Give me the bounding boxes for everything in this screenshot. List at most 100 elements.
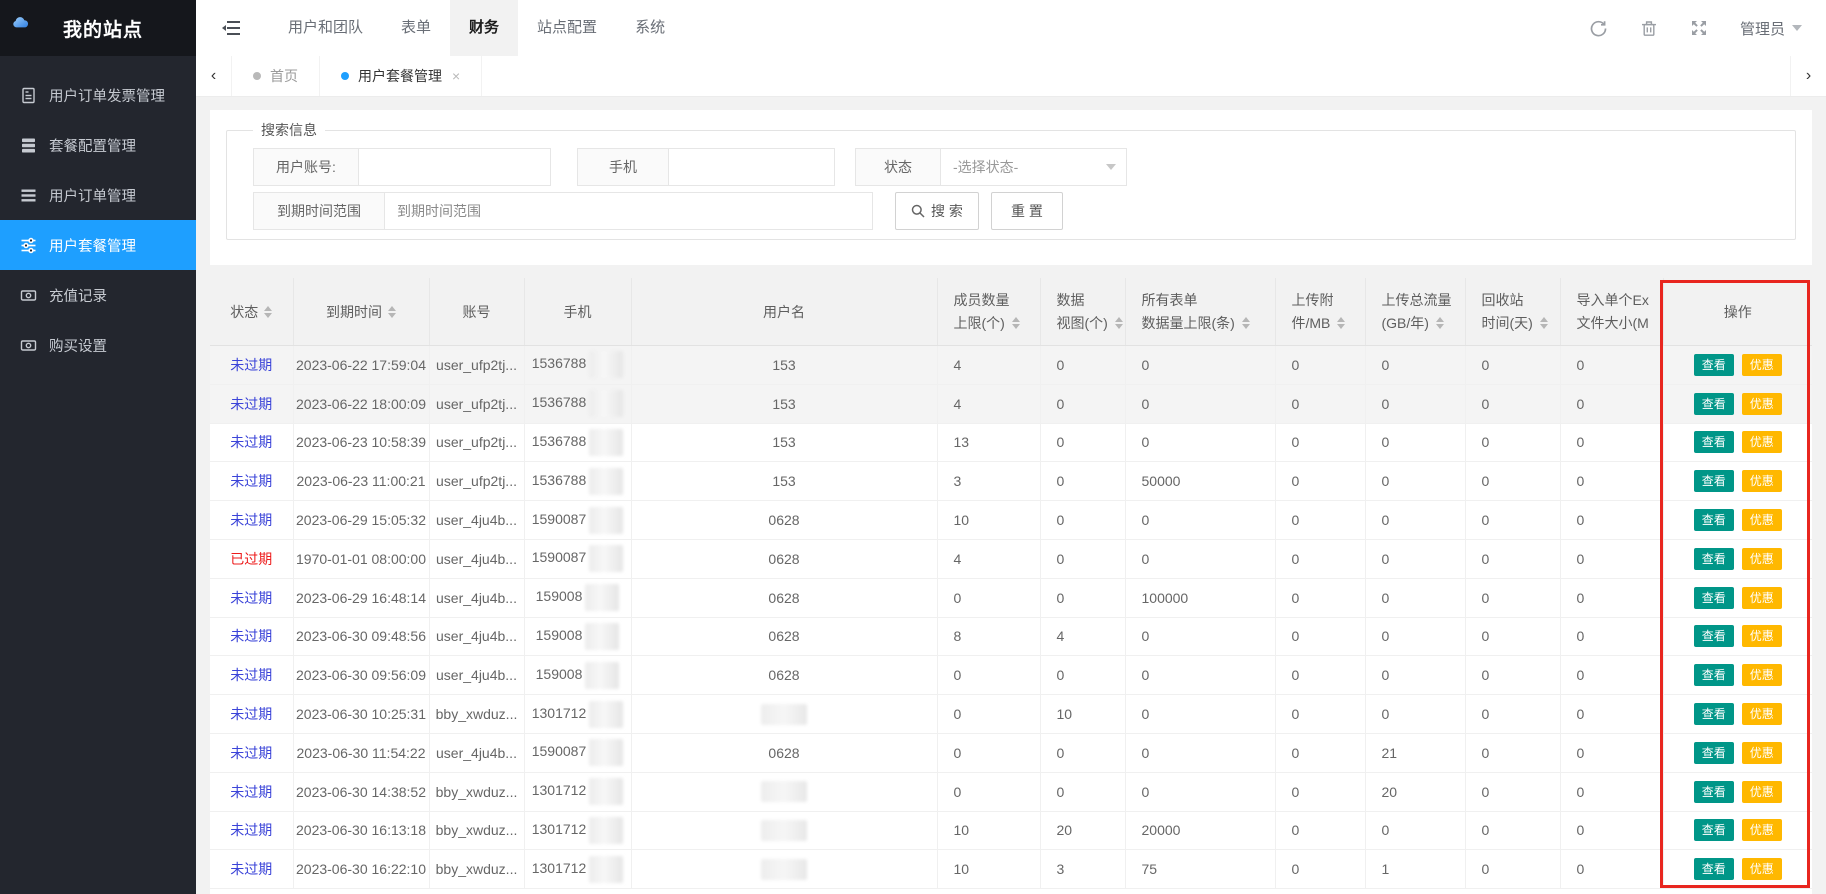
cell-phone: 159008 — [524, 656, 631, 695]
blurred-phone-mask — [589, 856, 623, 883]
refresh-icon[interactable] — [1573, 20, 1624, 37]
status-text: 未过期 — [230, 706, 272, 722]
cell-status: 已过期 — [210, 539, 293, 578]
sort-icon[interactable] — [264, 306, 272, 318]
view-button[interactable]: 查看 — [1694, 548, 1734, 570]
nav-item-1[interactable]: 用户和团队 — [269, 0, 382, 56]
view-button[interactable]: 查看 — [1694, 354, 1734, 376]
sidebar-item-6[interactable]: 购买设置 — [0, 320, 196, 370]
account-input[interactable] — [359, 148, 551, 186]
view-button[interactable]: 查看 — [1694, 470, 1734, 492]
column-header[interactable]: 回收站时间(天) — [1465, 278, 1560, 346]
view-button[interactable]: 查看 — [1694, 625, 1734, 647]
cell-traffic-gb: 0 — [1365, 346, 1465, 385]
content-area: 搜索信息 用户账号: 手机 状态 -选择状态- — [196, 97, 1826, 894]
column-label: 上传总流量 — [1382, 289, 1452, 312]
discount-button[interactable]: 优惠 — [1742, 664, 1782, 686]
phone-input[interactable] — [669, 148, 835, 186]
sidebar-item-4[interactable]: 用户套餐管理 — [0, 220, 196, 270]
column-header[interactable]: 成员数量上限(个) — [937, 278, 1040, 346]
logo[interactable]: 我的站点 — [0, 0, 196, 56]
column-header-inner: 上传附件/MB — [1276, 278, 1365, 345]
cell-form-data-limit: 100000 — [1125, 578, 1275, 617]
column-header[interactable]: 上传附件/MB — [1275, 278, 1365, 346]
discount-button[interactable]: 优惠 — [1742, 858, 1782, 880]
blurred-phone-mask — [589, 701, 623, 728]
discount-button[interactable]: 优惠 — [1742, 509, 1782, 531]
cell-actions: 查看优惠 — [1663, 733, 1812, 772]
sort-icon[interactable] — [388, 306, 396, 318]
column-header[interactable]: 上传总流量(GB/年) — [1365, 278, 1465, 346]
cell-username — [631, 811, 937, 850]
discount-button[interactable]: 优惠 — [1742, 587, 1782, 609]
cell-recycle-days: 0 — [1465, 501, 1560, 540]
cell-expire-time: 2023-06-30 14:38:52 — [293, 772, 429, 811]
view-button[interactable]: 查看 — [1694, 393, 1734, 415]
view-button[interactable]: 查看 — [1694, 587, 1734, 609]
discount-button[interactable]: 优惠 — [1742, 393, 1782, 415]
sidebar-item-3[interactable]: 用户订单管理 — [0, 170, 196, 220]
table-row: 未过期2023-06-30 09:48:56user_4ju4b...15900… — [210, 617, 1812, 656]
column-label: 时间(天) — [1482, 312, 1533, 335]
discount-button[interactable]: 优惠 — [1742, 781, 1782, 803]
cell-account: bby_xwduz... — [429, 811, 524, 850]
column-header[interactable]: 所有表单数据量上限(条) — [1125, 278, 1275, 346]
discount-button[interactable]: 优惠 — [1742, 819, 1782, 841]
nav-item-2[interactable]: 表单 — [382, 0, 450, 56]
view-button[interactable]: 查看 — [1694, 781, 1734, 803]
cell-phone: 1590087 — [524, 501, 631, 540]
column-label: 上传附 — [1292, 289, 1334, 312]
trash-icon[interactable] — [1624, 20, 1674, 37]
discount-button[interactable]: 优惠 — [1742, 470, 1782, 492]
money-icon — [20, 287, 37, 304]
table-row: 已过期1970-01-01 08:00:00user_4ju4b...15900… — [210, 539, 1812, 578]
status-select[interactable]: -选择状态- — [941, 148, 1127, 186]
tabs-scroll-right-icon[interactable]: › — [1790, 56, 1826, 96]
cell-upload-mb: 0 — [1275, 656, 1365, 695]
discount-button[interactable]: 优惠 — [1742, 742, 1782, 764]
view-button[interactable]: 查看 — [1694, 509, 1734, 531]
cell-username: 0628 — [631, 656, 937, 695]
sort-icon[interactable] — [1540, 317, 1548, 329]
column-header[interactable]: 数据视图(个) — [1040, 278, 1125, 346]
collapse-menu-icon[interactable] — [196, 20, 267, 36]
view-button[interactable]: 查看 — [1694, 431, 1734, 453]
column-header[interactable]: 到期时间 — [293, 278, 429, 346]
nav-item-4[interactable]: 站点配置 — [518, 0, 616, 56]
cell-data-views: 0 — [1040, 346, 1125, 385]
sidebar-item-5[interactable]: 充值记录 — [0, 270, 196, 320]
view-button[interactable]: 查看 — [1694, 742, 1734, 764]
fullscreen-icon[interactable] — [1674, 20, 1724, 36]
search-button[interactable]: 搜 索 — [895, 192, 979, 230]
cell-phone: 1590087 — [524, 539, 631, 578]
tab-user-package[interactable]: 用户套餐管理 × — [320, 56, 482, 96]
close-icon[interactable]: × — [452, 68, 460, 84]
reset-button[interactable]: 重 置 — [991, 192, 1063, 230]
view-button[interactable]: 查看 — [1694, 858, 1734, 880]
nav-item-3[interactable]: 财务 — [450, 0, 518, 56]
discount-button[interactable]: 优惠 — [1742, 625, 1782, 647]
sort-icon[interactable] — [1012, 317, 1020, 329]
sort-icon[interactable] — [1337, 317, 1345, 329]
column-header[interactable]: 状态 — [210, 278, 293, 346]
view-button[interactable]: 查看 — [1694, 664, 1734, 686]
view-button[interactable]: 查看 — [1694, 703, 1734, 725]
sort-icon[interactable] — [1115, 317, 1123, 329]
view-button[interactable]: 查看 — [1694, 819, 1734, 841]
discount-button[interactable]: 优惠 — [1742, 548, 1782, 570]
sort-icon[interactable] — [1436, 317, 1444, 329]
sort-icon[interactable] — [1242, 317, 1250, 329]
tabs-scroll-left-icon[interactable]: ‹ — [196, 56, 232, 96]
sidebar-item-1[interactable]: 用户订单发票管理 — [0, 70, 196, 120]
discount-button[interactable]: 优惠 — [1742, 703, 1782, 725]
admin-dropdown[interactable]: 管理员 — [1724, 18, 1802, 39]
sidebar-item-2[interactable]: 套餐配置管理 — [0, 120, 196, 170]
cell-expire-time: 2023-06-23 10:58:39 — [293, 423, 429, 462]
date-range-input[interactable] — [385, 192, 873, 230]
cell-member-limit: 4 — [937, 346, 1040, 385]
discount-button[interactable]: 优惠 — [1742, 354, 1782, 376]
table-row: 未过期2023-06-23 11:00:21user_ufp2tj...1536… — [210, 462, 1812, 501]
nav-item-5[interactable]: 系统 — [616, 0, 684, 56]
tab-home[interactable]: 首页 — [232, 56, 320, 96]
discount-button[interactable]: 优惠 — [1742, 431, 1782, 453]
